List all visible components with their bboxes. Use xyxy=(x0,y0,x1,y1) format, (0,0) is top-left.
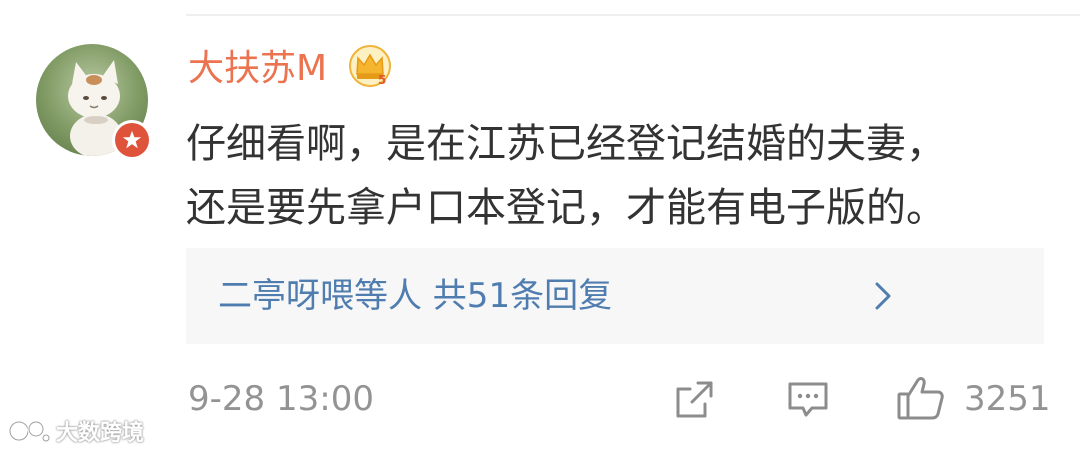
replies-link[interactable]: 二亭呀喂等人 共51条回复 xyxy=(186,248,1044,344)
divider xyxy=(186,14,1080,16)
timestamp: 9-28 13:00 xyxy=(188,379,374,419)
share-icon[interactable] xyxy=(672,378,716,422)
verified-star-icon xyxy=(112,120,152,160)
comment-line: 还是要先拿户口本登记，才能有电子版的。 xyxy=(186,185,946,231)
like-count: 3251 xyxy=(964,379,1051,419)
chevron-right-icon xyxy=(868,278,898,314)
avatar[interactable] xyxy=(36,44,152,160)
comment-text: 仔细看啊，是在江苏已经登记结婚的夫妻， 还是要先拿户口本登记，才能有电子版的。 xyxy=(186,112,1046,240)
username[interactable]: 大扶苏M xyxy=(188,44,327,94)
comment-card: 大扶苏M 5 仔细看啊，是在江苏已经登记结婚的夫妻， 还是要先拿户口本登记，才能… xyxy=(0,0,1080,450)
svg-text:5: 5 xyxy=(378,73,386,87)
watermark: 大数跨境 xyxy=(8,414,144,448)
replies-summary: 二亭呀喂等人 共51条回复 xyxy=(218,276,613,316)
comment-icon[interactable] xyxy=(786,380,830,420)
comment-line: 仔细看啊，是在江苏已经登记结婚的夫妻， xyxy=(186,121,946,167)
crown-icon: 5 xyxy=(348,44,392,88)
thumbs-up-icon[interactable] xyxy=(896,374,946,422)
watermark-text: 大数跨境 xyxy=(56,421,145,446)
watermark-logo-icon xyxy=(8,420,50,442)
